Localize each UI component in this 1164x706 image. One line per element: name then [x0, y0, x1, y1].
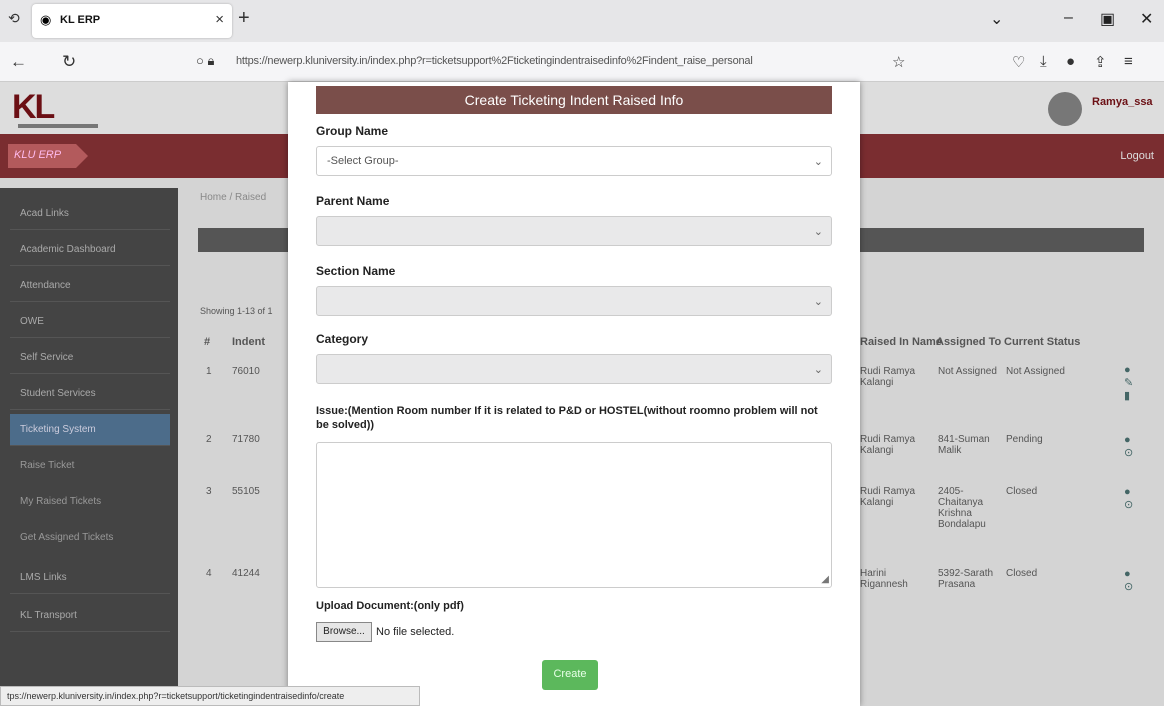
table-cell: 2405-Chaitanya Krishna Bondalapu — [938, 486, 986, 530]
group-select[interactable]: -Select Group- ⌄ — [316, 146, 832, 176]
table-cell: 2 — [206, 434, 212, 445]
browser-nav-bar: ← ↻ ○ 🔒︎ https://newerp.kluniversity.in/… — [0, 42, 1164, 82]
breadcrumb[interactable]: Home / Raised — [200, 192, 266, 203]
chevron-down-icon[interactable]: ⌄ — [990, 9, 1003, 29]
reload-icon[interactable]: ↻ — [62, 52, 76, 72]
pocket-icon[interactable]: ♡ — [1012, 53, 1025, 71]
history-icon[interactable]: ⟲ — [8, 10, 24, 26]
favicon-icon: ◉ — [40, 12, 52, 27]
account-icon[interactable]: ● — [1066, 53, 1075, 70]
sidebar-sub-raise-ticket[interactable]: Raise Ticket — [10, 450, 178, 482]
sidebar-item-attendance[interactable]: Attendance — [10, 270, 170, 302]
row-actions[interactable]: ● ⊙ — [1124, 434, 1138, 459]
sidebar-item-transport[interactable]: KL Transport — [10, 600, 170, 632]
table-cell: Closed — [1006, 486, 1038, 497]
chevron-down-icon: ⌄ — [813, 226, 823, 238]
sidebar-item-acad-links[interactable]: Acad Links — [10, 198, 170, 230]
category-select[interactable]: ⌄ — [316, 354, 832, 384]
parent-select[interactable]: ⌄ — [316, 216, 832, 246]
menu-icon[interactable]: ≡ — [1124, 53, 1133, 70]
category-label: Category — [316, 332, 369, 346]
table-cell: Closed — [1006, 568, 1038, 579]
lock-icon: ○ 🔒︎ — [196, 53, 215, 68]
maximize-icon[interactable]: ▣ — [1100, 9, 1115, 29]
url-text: https://newerp.kluniversity.in/index.php… — [236, 55, 753, 67]
sidebar: Acad Links Academic Dashboard Attendance… — [0, 188, 178, 706]
logo-underline — [18, 124, 98, 128]
sidebar-sub-assigned-tickets[interactable]: Get Assigned Tickets — [10, 522, 178, 554]
table-cell: 41244 — [232, 568, 260, 579]
back-icon[interactable]: ← — [10, 52, 27, 72]
row-actions[interactable]: ● ✎ ▮ — [1124, 364, 1138, 402]
user-name[interactable]: Ramya_ssa — [1092, 96, 1153, 108]
close-tab-icon[interactable]: × — [215, 11, 224, 28]
table-cell: 76010 — [232, 366, 260, 377]
table-header: Assigned To — [936, 336, 1002, 348]
group-name-label: Group Name — [316, 124, 389, 138]
address-bar[interactable]: ○ 🔒︎ https://newerp.kluniversity.in/inde… — [196, 50, 846, 74]
create-button[interactable]: Create — [542, 660, 598, 690]
tab-title: KL ERP — [60, 14, 101, 26]
showing-count: Showing 1-13 of 1 — [200, 306, 273, 316]
table-header: Current Status — [1004, 336, 1081, 348]
table-cell: 4 — [206, 568, 212, 579]
extensions-icon[interactable]: ⇪ — [1094, 53, 1107, 71]
table-cell: Not Assigned — [1006, 366, 1065, 377]
brand-tag: KLU ERP — [8, 144, 88, 168]
table-cell: Harini Rigannesh — [860, 568, 908, 590]
table-header: # — [204, 336, 211, 348]
sidebar-item-owe[interactable]: OWE — [10, 306, 170, 338]
browse-button[interactable]: Browse... — [316, 622, 372, 642]
table-cell: 5392-Sarath Prasana — [938, 568, 994, 590]
sidebar-sub-my-tickets[interactable]: My Raised Tickets — [10, 486, 178, 518]
close-window-icon[interactable]: ✕ — [1140, 9, 1153, 29]
issue-textarea[interactable]: ◢ — [316, 442, 832, 588]
parent-name-label: Parent Name — [316, 194, 390, 208]
issue-label: Issue:(Mention Room number If it is rela… — [316, 405, 818, 431]
table-cell: Not Assigned — [938, 366, 997, 377]
table-cell: Pending — [1006, 434, 1043, 445]
table-cell: 3 — [206, 486, 212, 497]
table-header: Raised In Name — [860, 336, 942, 348]
chevron-down-icon: ⌄ — [813, 364, 823, 376]
app-logo: KL — [12, 88, 55, 126]
table-cell: 71780 — [232, 434, 260, 445]
section-select[interactable]: ⌄ — [316, 286, 832, 316]
browser-tab[interactable]: ◉ KL ERP × — [32, 4, 232, 38]
logout-link[interactable]: Logout — [1120, 150, 1154, 162]
table-cell: 841-Suman Malik — [938, 434, 990, 456]
row-actions[interactable]: ● ⊙ — [1124, 486, 1138, 511]
chevron-down-icon: ⌄ — [813, 296, 823, 308]
download-icon[interactable]: ⤓ — [1040, 53, 1047, 70]
new-tab-icon[interactable]: + — [238, 7, 250, 30]
bookmark-star-icon[interactable]: ☆ — [892, 53, 905, 71]
table-cell: Rudi Ramya Kalangi — [860, 486, 916, 508]
table-cell: 1 — [206, 366, 212, 377]
table-cell: Rudi Ramya Kalangi — [860, 434, 916, 456]
browser-status-url: tps://newerp.kluniversity.in/index.php?r… — [0, 686, 420, 706]
table-cell: 55105 — [232, 486, 260, 497]
chevron-down-icon: ⌄ — [813, 156, 823, 168]
table-cell: Rudi Ramya Kalangi — [860, 366, 916, 388]
create-ticket-modal: Create Ticketing Indent Raised Info Grou… — [288, 82, 860, 706]
sidebar-item-ticketing[interactable]: Ticketing System — [10, 414, 170, 446]
table-header: Indent — [232, 336, 265, 348]
sidebar-item-academic-dashboard[interactable]: Academic Dashboard — [10, 234, 170, 266]
minimize-icon[interactable]: – — [1064, 9, 1073, 27]
sidebar-item-lms-links[interactable]: LMS Links — [10, 562, 170, 594]
sidebar-item-student-services[interactable]: Student Services — [10, 378, 170, 410]
sidebar-item-self-service[interactable]: Self Service — [10, 342, 170, 374]
no-file-text: No file selected. — [376, 626, 455, 638]
avatar[interactable] — [1048, 92, 1082, 126]
row-actions[interactable]: ● ⊙ — [1124, 568, 1138, 593]
modal-title: Create Ticketing Indent Raised Info — [316, 86, 832, 114]
upload-label: Upload Document:(only pdf) — [316, 600, 464, 612]
resize-handle-icon[interactable]: ◢ — [821, 574, 829, 585]
section-name-label: Section Name — [316, 264, 396, 278]
group-select-value: -Select Group- — [327, 155, 399, 167]
browser-tab-bar: ⟲ ◉ KL ERP × + ⌄ – ▣ ✕ — [0, 0, 1164, 42]
